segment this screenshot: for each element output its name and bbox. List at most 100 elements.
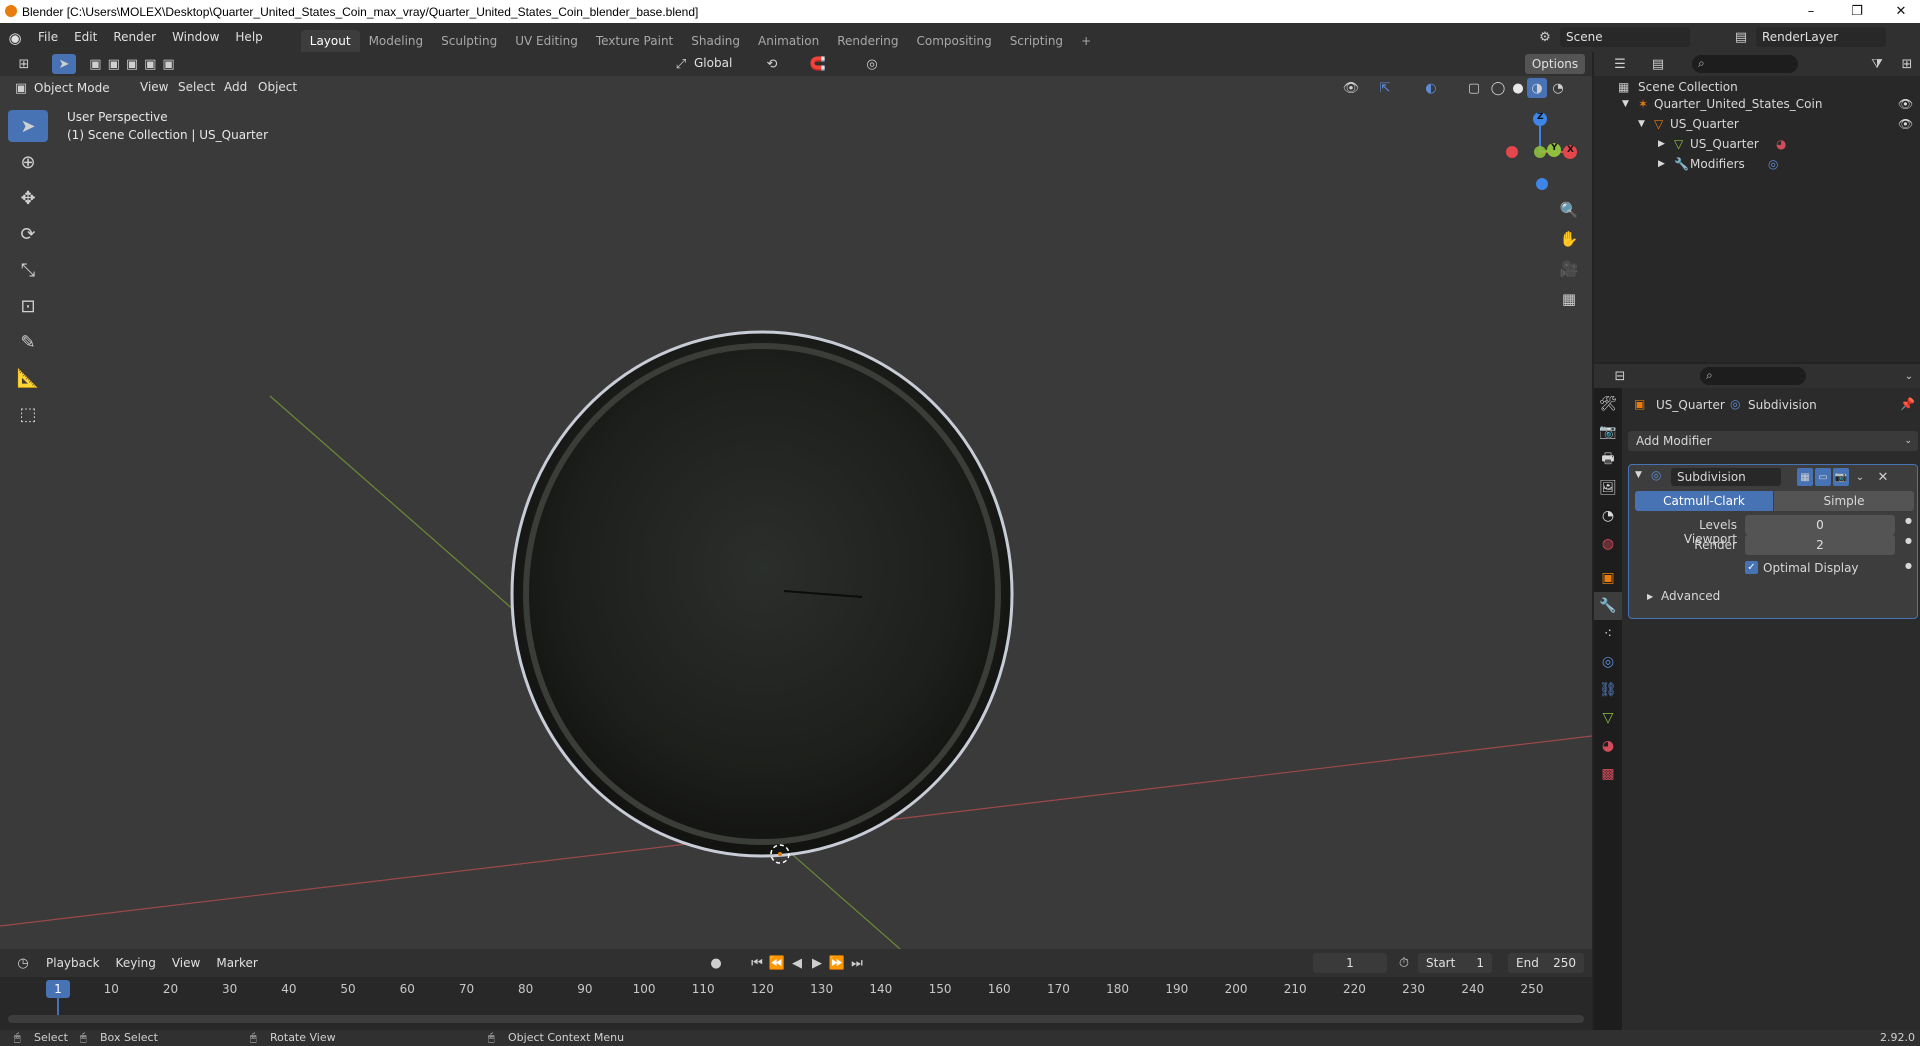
expand-arrow-icon[interactable]: ▼ <box>1622 94 1629 114</box>
expand-arrow-icon[interactable]: ▼ <box>1638 114 1645 134</box>
keyframe-dot-icon[interactable]: ● <box>1905 536 1912 545</box>
scene-selector-icon[interactable]: ⚙ <box>1533 27 1557 47</box>
viewport-menu-object[interactable]: Object <box>250 73 305 102</box>
record-icon[interactable]: ● <box>706 953 726 973</box>
keyframe-dot-icon[interactable]: ● <box>1905 516 1912 525</box>
zoom-icon[interactable]: 🔍 <box>1556 196 1582 224</box>
cursor-tool-icon[interactable]: ⊕ <box>8 146 48 178</box>
menu-edit[interactable]: Edit <box>66 23 105 52</box>
outliner-row-collection[interactable]: ▼ ✶ Quarter_United_States_Coin 👁 <box>1594 94 1920 114</box>
tab-uv-editing[interactable]: UV Editing <box>506 30 587 52</box>
measure-tool-icon[interactable]: 📐 <box>8 362 48 394</box>
add-modifier-dropdown[interactable]: Add Modifier ⌄ <box>1628 431 1918 451</box>
scene-name-field[interactable]: Scene <box>1560 27 1690 47</box>
timeline-menu-marker[interactable]: Marker <box>208 949 265 978</box>
proportional-edit-icon[interactable]: ◎ <box>852 54 892 74</box>
modifier-name-input[interactable]: Subdivision <box>1671 468 1781 486</box>
snap-icon[interactable]: 🧲 <box>793 54 843 74</box>
add-workspace-button[interactable]: + <box>1072 30 1100 52</box>
start-frame-field[interactable]: Start 1 <box>1418 953 1492 973</box>
tab-scripting[interactable]: Scripting <box>1001 30 1072 52</box>
tab-sculpting[interactable]: Sculpting <box>432 30 506 52</box>
stopwatch-icon[interactable]: ⏱ <box>1394 953 1414 973</box>
minimize-button[interactable]: – <box>1788 0 1834 23</box>
filter-icon[interactable]: ⧩ <box>1864 54 1890 74</box>
blender-menu-icon[interactable]: ◉ <box>0 29 30 47</box>
expand-arrow-icon[interactable]: ▶ <box>1658 134 1665 154</box>
outliner-row-mesh-data[interactable]: ▶ ▽ US_Quarter ◕ <box>1594 134 1920 154</box>
tab-animation[interactable]: Animation <box>749 30 828 52</box>
catmull-clark-option[interactable]: Catmull-Clark <box>1635 491 1773 511</box>
particles-tab-icon[interactable]: ⁖ <box>1594 620 1622 648</box>
rotate-tool-icon[interactable]: ⟳ <box>8 218 48 250</box>
data-tab-icon[interactable]: ▽ <box>1594 704 1622 732</box>
current-frame-field[interactable]: 1 <box>1313 953 1387 973</box>
view-layer-tab-icon[interactable]: 🖼 <box>1594 474 1622 502</box>
material-tab-icon[interactable]: ◕ <box>1594 732 1622 760</box>
camera-view-icon[interactable]: 🎥 <box>1556 254 1582 284</box>
jump-end-icon[interactable]: ⏭ <box>848 953 866 973</box>
prev-keyframe-icon[interactable]: ⏪ <box>768 953 786 973</box>
timeline-editor-type-icon[interactable]: ◷ <box>8 956 38 971</box>
select-tool-icon[interactable]: ➤ <box>52 54 76 74</box>
optimal-display-checkbox[interactable]: ✓ <box>1745 561 1758 574</box>
material-shading-icon[interactable]: ◑ <box>1527 78 1547 98</box>
tab-shading[interactable]: Shading <box>682 30 749 52</box>
timeline-menu-view[interactable]: View <box>164 949 208 978</box>
display-mode-icon[interactable]: ▤ <box>1644 54 1672 74</box>
view-layer-field[interactable]: RenderLayer <box>1756 27 1886 47</box>
tab-rendering[interactable]: Rendering <box>828 30 907 52</box>
edit-mode-toggle-icon[interactable]: ▦ <box>1797 468 1813 486</box>
render-tab-icon[interactable]: 📷 <box>1594 418 1622 446</box>
eye-icon[interactable]: 👁 <box>1898 94 1913 114</box>
outliner-row-modifiers[interactable]: ▶ 🔧 Modifiers ◎ <box>1594 154 1920 174</box>
expand-arrow-icon[interactable]: ▶ <box>1658 154 1665 174</box>
object-tab-icon[interactable]: ▣ <box>1594 564 1622 592</box>
output-tab-icon[interactable]: 🖶 <box>1594 446 1622 474</box>
chevron-down-icon[interactable]: ⌄ <box>1853 468 1867 486</box>
timeline-menu-playback[interactable]: Playback <box>38 949 108 978</box>
properties-editor-type-icon[interactable]: ⊟ <box>1606 366 1634 386</box>
timeline-scrollbar[interactable] <box>8 1015 1584 1023</box>
select-box-tool-icon[interactable]: ➤ <box>8 110 48 142</box>
tab-texture-paint[interactable]: Texture Paint <box>587 30 682 52</box>
world-tab-icon[interactable]: ◍ <box>1594 530 1622 558</box>
tab-layout[interactable]: Layout <box>300 30 360 52</box>
navigation-gizmo[interactable]: Z X Y <box>1500 110 1580 190</box>
play-reverse-icon[interactable]: ◀ <box>788 953 806 973</box>
wireframe-shading-icon[interactable]: ◯ <box>1488 78 1508 98</box>
outliner-editor-type-icon[interactable]: ☰ <box>1606 54 1634 74</box>
texture-tab-icon[interactable]: ▩ <box>1594 760 1622 788</box>
options-dropdown[interactable]: Options <box>1525 54 1585 74</box>
3d-viewport[interactable] <box>0 76 1592 949</box>
scale-tool-icon[interactable]: ⤡ <box>8 254 48 286</box>
advanced-subpanel-header[interactable]: Advanced <box>1661 589 1720 603</box>
tab-compositing[interactable]: Compositing <box>907 30 1000 52</box>
menu-help[interactable]: Help <box>227 23 270 52</box>
modifier-tab-icon[interactable]: 🔧 <box>1594 592 1622 620</box>
selection-mode-icons[interactable]: ▣▣▣▣▣ <box>89 54 180 74</box>
outliner-row-object[interactable]: ▼ ▽ US_Quarter 👁 <box>1594 114 1920 134</box>
timeline-menu-keying[interactable]: Keying <box>108 949 164 978</box>
expand-arrow-icon[interactable]: ▶ <box>1647 592 1653 601</box>
end-frame-field[interactable]: End 250 <box>1508 953 1584 973</box>
add-cube-tool-icon[interactable]: ⬚ <box>8 398 48 430</box>
visibility-icon[interactable]: 👁 <box>1338 78 1364 98</box>
next-keyframe-icon[interactable]: ⏩ <box>828 953 846 973</box>
close-window-button[interactable]: ✕ <box>1878 0 1920 23</box>
maximize-button[interactable]: ❐ <box>1834 0 1880 23</box>
solid-shading-icon[interactable]: ● <box>1508 78 1528 98</box>
pan-hand-icon[interactable]: ✋ <box>1556 224 1582 254</box>
overlays-icon[interactable]: ◐ <box>1418 78 1444 98</box>
view-layer-icon[interactable]: ▤ <box>1729 27 1753 47</box>
menu-file[interactable]: File <box>30 23 66 52</box>
editor-type-icon[interactable]: ⊞ <box>10 54 38 74</box>
keyframe-dot-icon[interactable]: ● <box>1905 561 1912 570</box>
scene-tab-icon[interactable]: ◔ <box>1594 502 1622 530</box>
menu-render[interactable]: Render <box>105 23 164 52</box>
levels-viewport-field[interactable]: 0 <box>1745 515 1895 535</box>
rendered-shading-icon[interactable]: ◔ <box>1548 78 1568 98</box>
mode-dropdown[interactable]: Object Mode <box>34 81 110 95</box>
xray-icon[interactable]: ▢ <box>1464 78 1484 98</box>
new-collection-icon[interactable]: ⊞ <box>1896 54 1918 74</box>
